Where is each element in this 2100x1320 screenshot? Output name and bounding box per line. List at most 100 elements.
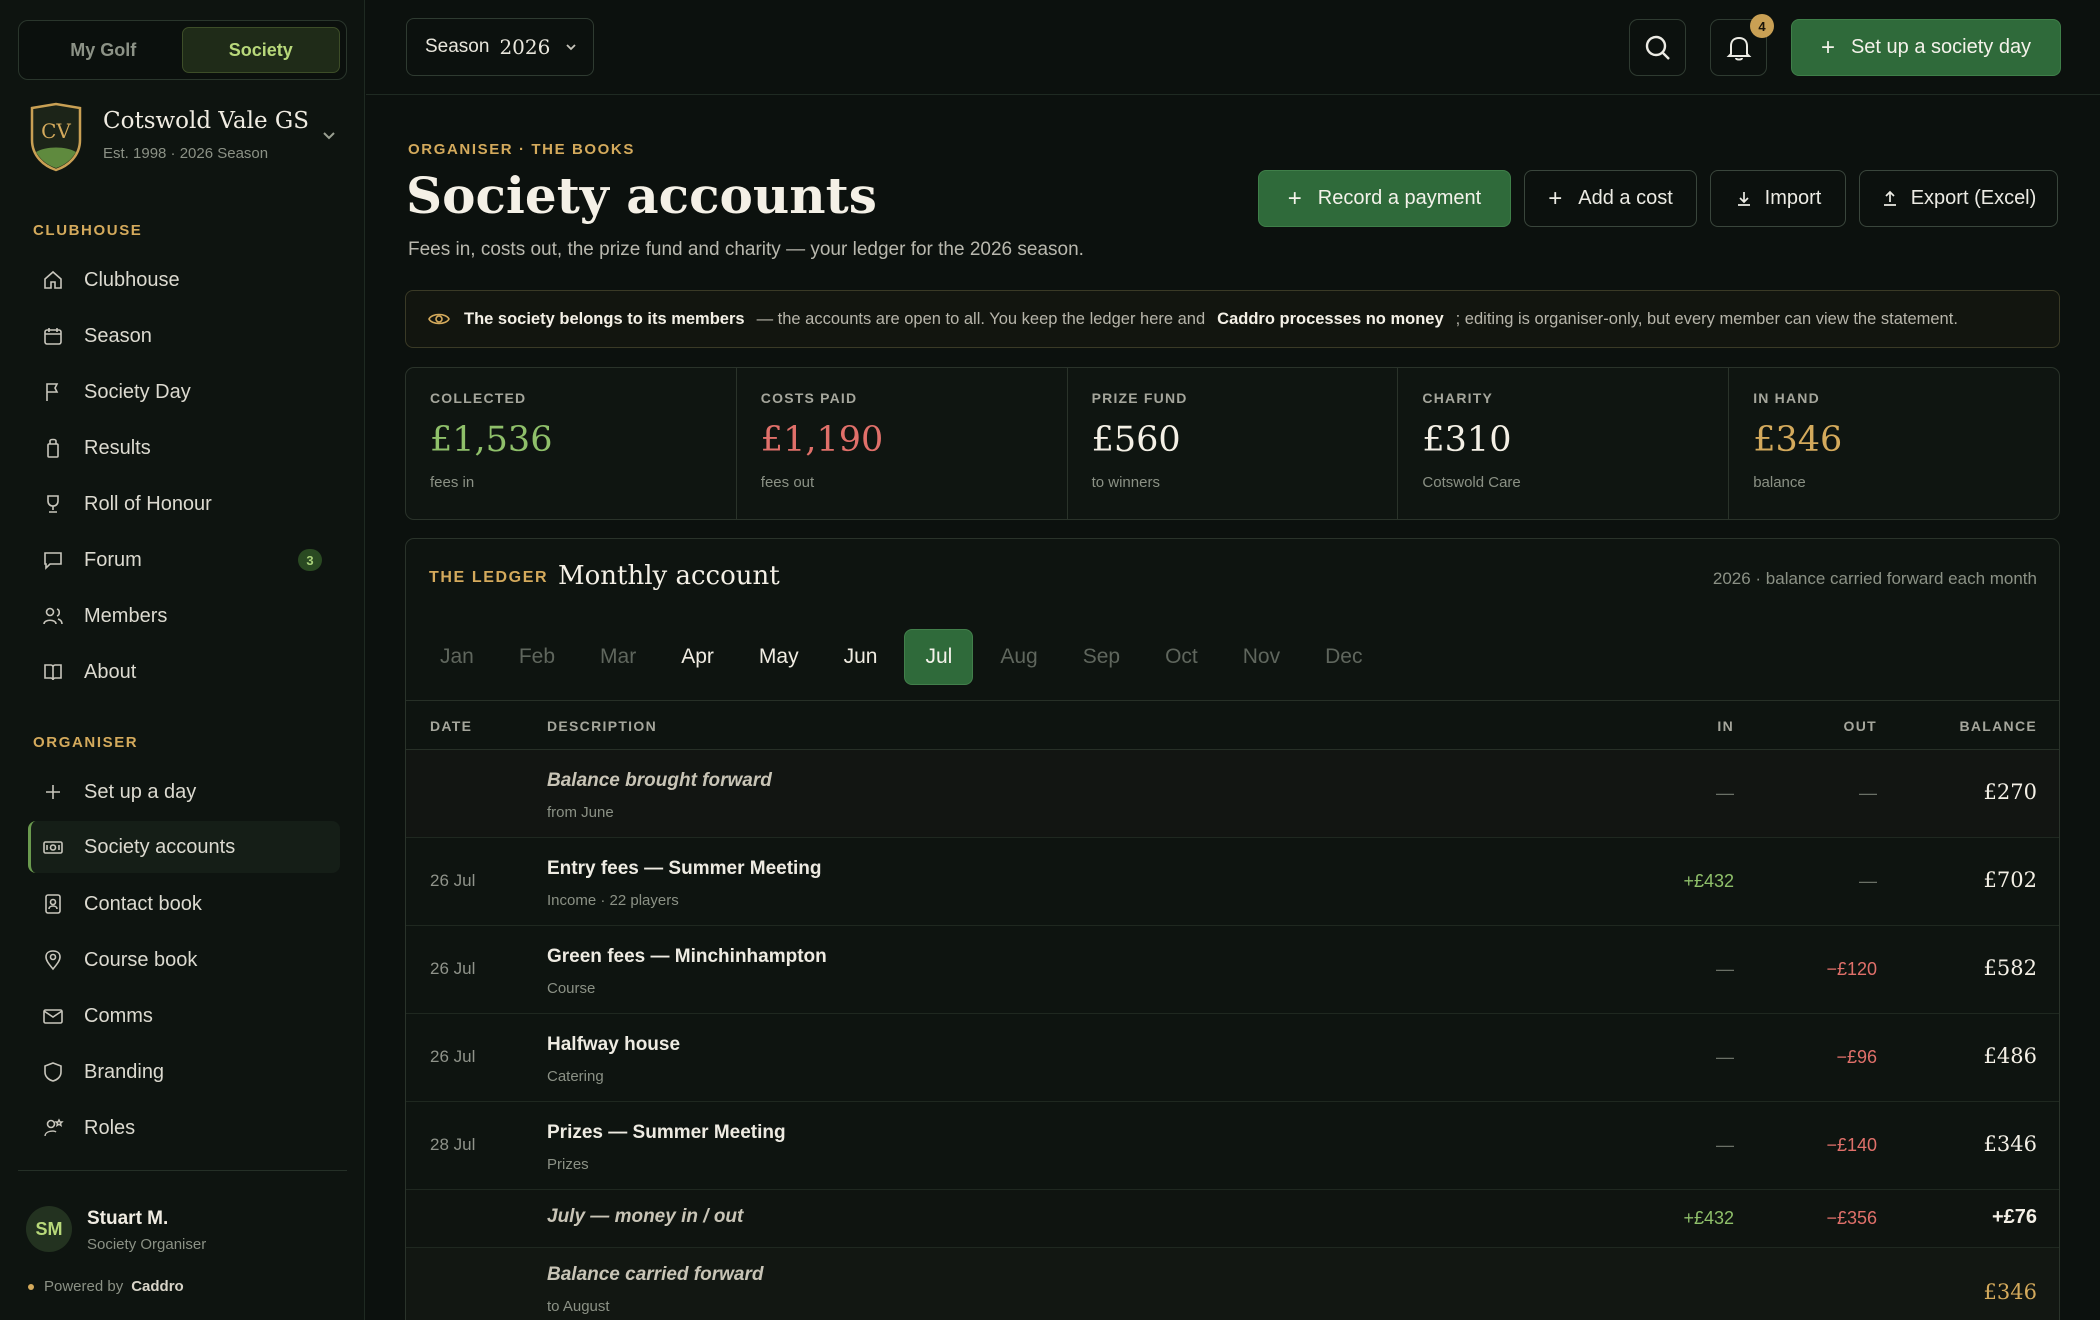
sidebar-item-roles[interactable]: Roles (28, 1102, 340, 1154)
sidebar-item-members[interactable]: Members (28, 590, 340, 642)
stat-sub: balance (1753, 474, 1806, 491)
tab-month-jun[interactable]: Jun (826, 629, 896, 685)
stat-value: £310 (1422, 420, 1512, 460)
sidebar-item-comms[interactable]: Comms (28, 990, 340, 1042)
carried-balance: £346 (1983, 1280, 2037, 1304)
stat-value: £346 (1753, 420, 1843, 460)
sidebar-item-clubhouse[interactable]: Clubhouse (28, 254, 340, 306)
row-date: 26 Jul (430, 1047, 476, 1066)
sidebar-item-label: Members (84, 604, 168, 627)
notification-badge: 4 (1750, 14, 1774, 38)
notice-text-1: — the accounts are open to all. You keep… (756, 309, 1206, 328)
tab-month-nov[interactable]: Nov (1225, 629, 1298, 685)
sidebar-item-label: Clubhouse (84, 268, 180, 291)
tab-month-mar[interactable]: Mar (582, 629, 654, 685)
summary-title: July — money in / out (547, 1206, 744, 1227)
table-row[interactable]: 26 Jul Halfway house Catering — −£96 £48… (406, 1014, 2059, 1102)
tab-month-dec[interactable]: Dec (1307, 629, 1380, 685)
sidebar-item-branding[interactable]: Branding (28, 1046, 340, 1098)
stat-in-hand: IN HAND £346 balance (1729, 368, 2059, 519)
sidebar-item-about[interactable]: About (28, 646, 340, 698)
row-balance: £582 (1983, 956, 2037, 980)
carried-title: Balance carried forward (547, 1264, 764, 1285)
user-role: Society Organiser (87, 1236, 207, 1253)
powered-prefix: Powered by (44, 1278, 124, 1295)
stat-label: COSTS PAID (760, 390, 858, 406)
sidebar-item-label: Roles (84, 1116, 136, 1139)
sidebar-item-roll-of-honour[interactable]: Roll of Honour (28, 478, 340, 530)
stat-label: PRIZE FUND (1091, 390, 1188, 406)
tab-month-may[interactable]: May (741, 629, 817, 685)
row-title: Balance brought forward (547, 770, 772, 791)
plus-icon (46, 785, 60, 799)
club-switcher[interactable]: CV Cotswold Vale GS Est. 1998 · 2026 Sea… (28, 100, 348, 180)
balance-carried-row: Balance carried forward to August £346 (406, 1248, 2059, 1320)
col-description: DESCRIPTION (547, 718, 657, 734)
sidebar-divider (18, 1170, 347, 1171)
sidebar-item-society-accounts[interactable]: Society accounts (28, 821, 340, 873)
sidebar-item-set-up-a-day[interactable]: Set up a day (28, 766, 340, 818)
season-label: Season (425, 36, 490, 57)
row-out: −£140 (1826, 1135, 1877, 1155)
sidebar-item-forum[interactable]: Forum 3 (28, 534, 340, 586)
search-button[interactable] (1629, 19, 1686, 76)
sidebar-item-course-book[interactable]: Course book (28, 934, 340, 986)
season-select[interactable]: Season 2026 (406, 18, 594, 76)
table-row[interactable]: Balance brought forward from June — — £2… (406, 750, 2059, 838)
club-subtitle: Est. 1998 · 2026 Season (103, 145, 269, 162)
sidebar-item-label: Forum (84, 548, 142, 571)
club-name: Cotswold Vale GS (103, 108, 310, 134)
section-organiser: ORGANISER (33, 734, 139, 751)
row-sub: Income · 22 players (547, 892, 679, 909)
users-icon (43, 607, 63, 625)
setup-society-day-button[interactable]: + Set up a society day (1791, 19, 2061, 76)
table-row[interactable]: 26 Jul Green fees — Minchinhampton Cours… (406, 926, 2059, 1014)
chevron-down-icon (566, 44, 576, 51)
tab-month-sep[interactable]: Sep (1065, 629, 1138, 685)
table-row[interactable]: 26 Jul Entry fees — Summer Meeting Incom… (406, 838, 2059, 926)
row-title: Entry fees — Summer Meeting (547, 858, 822, 879)
bell-icon (1726, 36, 1751, 60)
tab-month-aug[interactable]: Aug (982, 629, 1055, 685)
club-crest-icon: CV (30, 102, 82, 172)
sidebar-item-results[interactable]: Results (28, 422, 340, 474)
sidebar-item-contact-book[interactable]: Contact book (28, 878, 340, 930)
import-button[interactable]: Import (1710, 170, 1846, 227)
toggle-my-golf[interactable]: My Golf (25, 27, 182, 73)
sidebar-item-label: About (84, 660, 137, 683)
section-clubhouse: CLUBHOUSE (33, 222, 143, 239)
export-button[interactable]: Export (Excel) (1859, 170, 2058, 227)
table-row[interactable]: 28 Jul Prizes — Summer Meeting Prizes — … (406, 1102, 2059, 1190)
stat-value: £1,536 (430, 420, 553, 460)
row-in: +£432 (1683, 871, 1734, 891)
forum-badge: 3 (298, 549, 322, 571)
flag-icon (46, 383, 59, 401)
summary-balance: +£76 (1991, 1206, 2037, 1228)
row-out: −£96 (1836, 1047, 1877, 1067)
sidebar-item-label: Contact book (84, 892, 202, 915)
trophy-icon (47, 495, 59, 513)
tab-month-apr[interactable]: Apr (663, 629, 732, 685)
tab-month-jul[interactable]: Jul (904, 629, 974, 685)
top-bar: Season 2026 4 + Set up a society day (366, 0, 2100, 95)
pin-icon (45, 950, 61, 971)
add-cost-button[interactable]: + Add a cost (1524, 170, 1697, 227)
record-payment-button[interactable]: + Record a payment (1258, 170, 1511, 227)
col-date: DATE (430, 718, 473, 734)
sidebar-item-label: Society accounts (84, 835, 236, 858)
avatar[interactable]: SM (26, 1206, 72, 1252)
sidebar-item-society-day[interactable]: Society Day (28, 366, 340, 418)
record-label: Record a payment (1317, 187, 1482, 209)
sidebar-item-season[interactable]: Season (28, 310, 340, 362)
tab-month-oct[interactable]: Oct (1147, 629, 1216, 685)
tab-month-feb[interactable]: Feb (501, 629, 573, 685)
row-balance: £346 (1983, 1132, 2037, 1156)
tab-month-jan[interactable]: Jan (422, 629, 492, 685)
row-sub: Prizes (547, 1156, 589, 1173)
row-sub: Course (547, 980, 596, 997)
row-date: 26 Jul (430, 871, 476, 890)
toggle-society[interactable]: Society (181, 27, 340, 73)
notifications-button[interactable]: 4 (1710, 14, 1774, 76)
mail-icon (43, 1009, 63, 1024)
sidebar-item-label: Set up a day (84, 780, 197, 803)
